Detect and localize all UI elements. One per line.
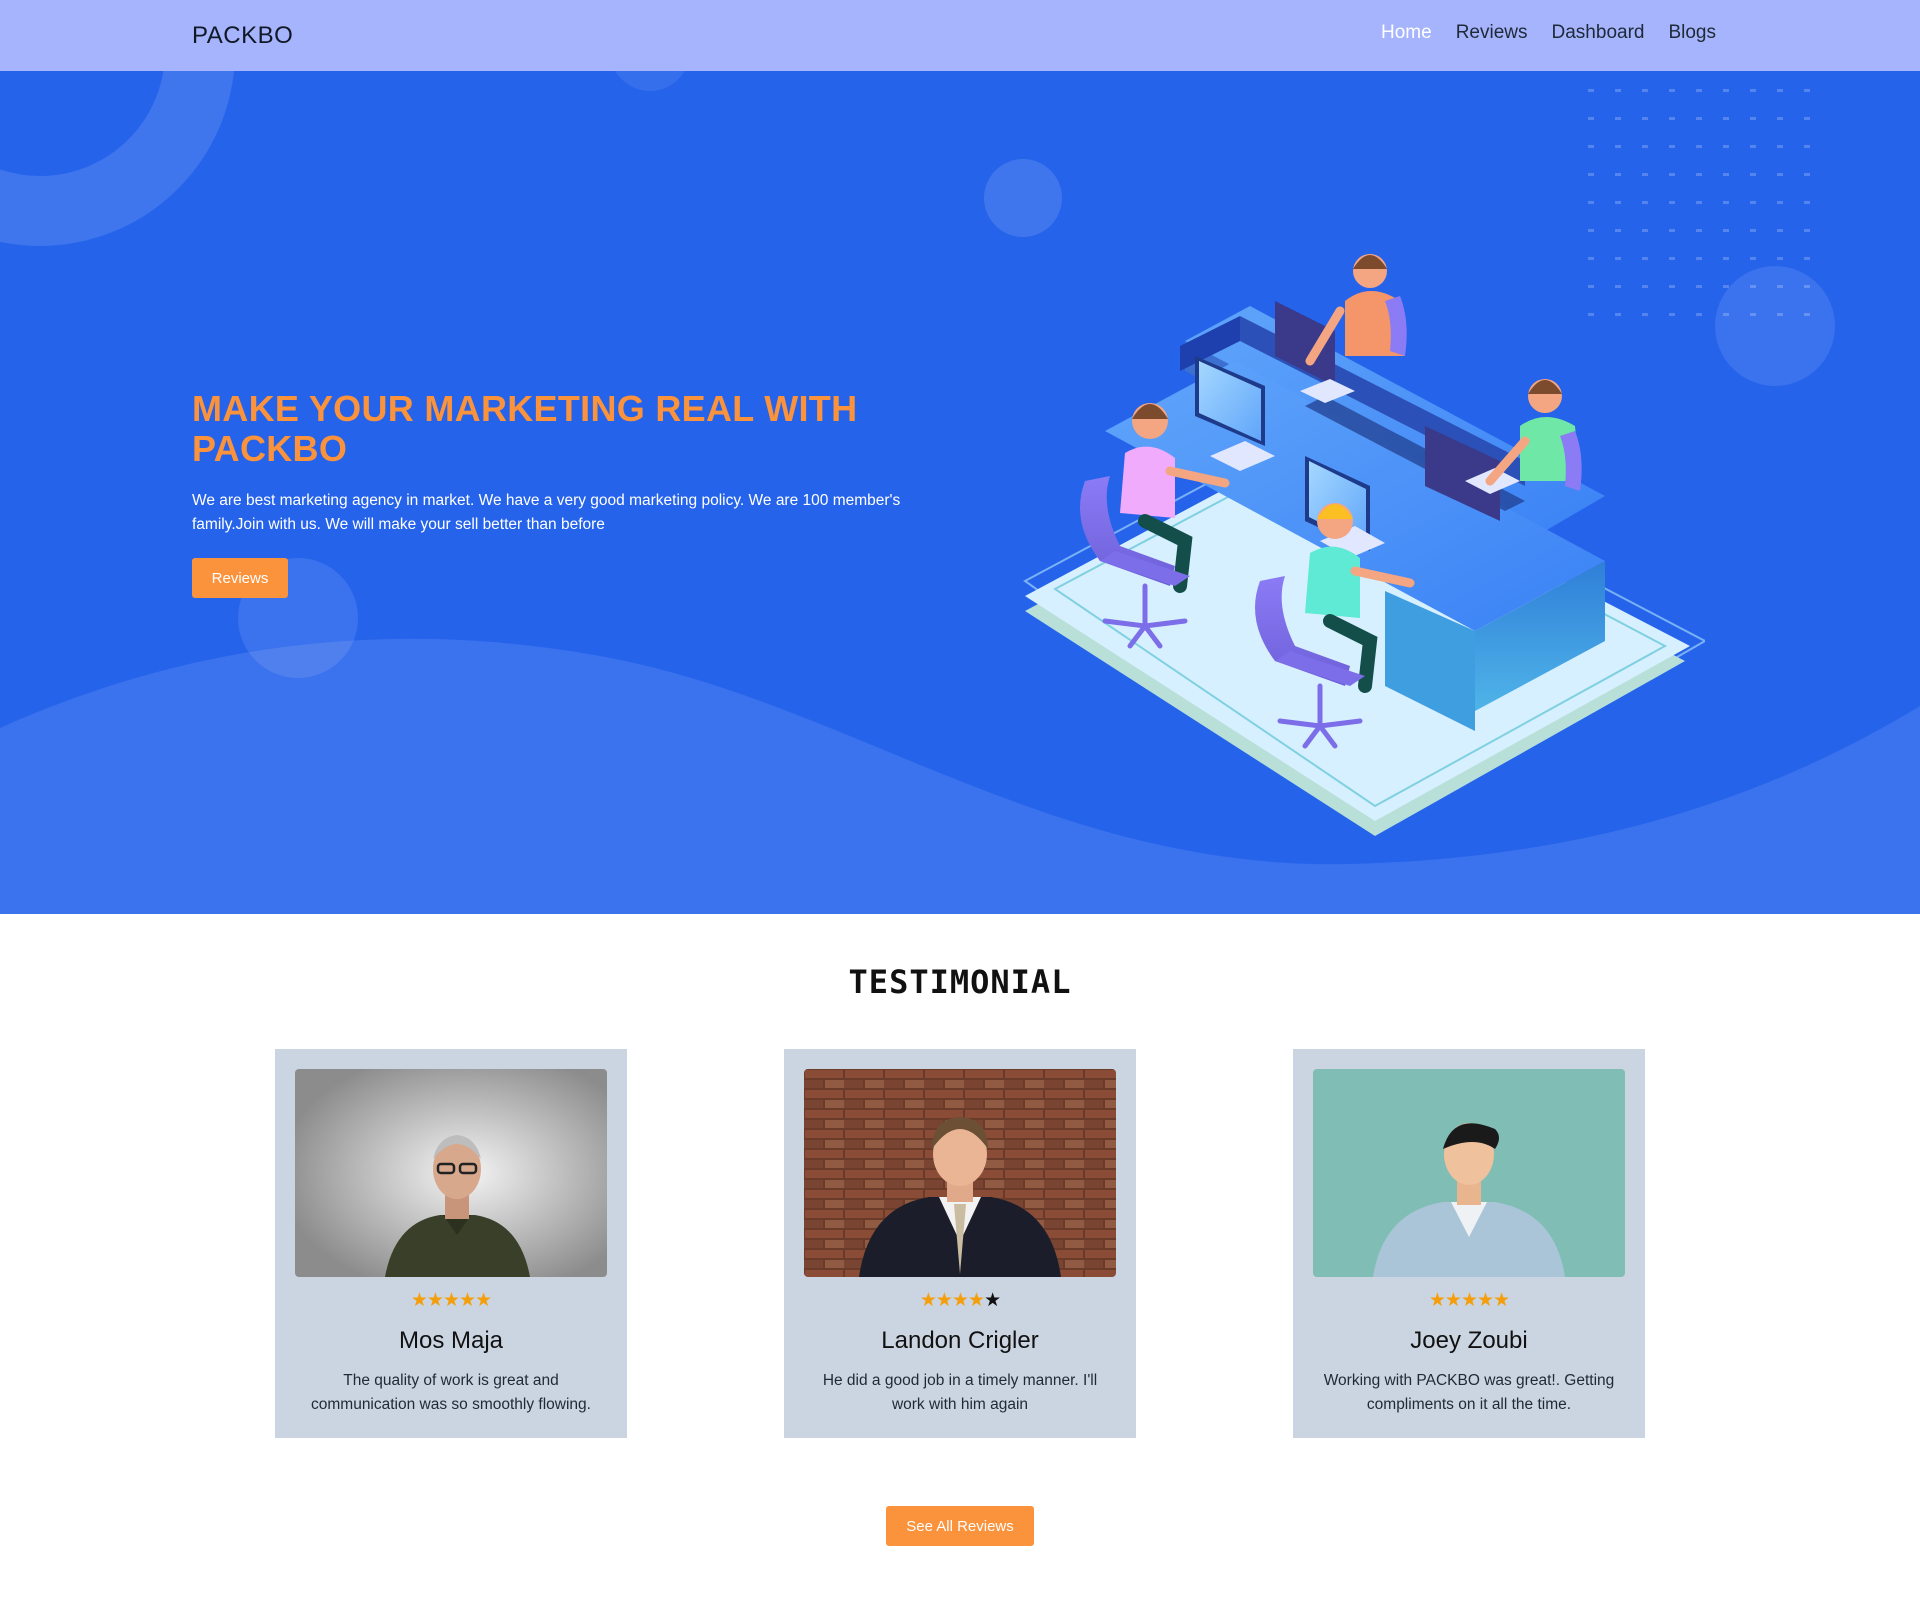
star-icon: ★ xyxy=(442,1290,460,1311)
nav-reviews[interactable]: Reviews xyxy=(1456,22,1528,44)
hero-section: MAKE YOUR MARKETING REAL WITH PACKBO We … xyxy=(0,71,1920,914)
star-icon: ★ xyxy=(475,1290,492,1311)
nav-blogs[interactable]: Blogs xyxy=(1668,22,1716,44)
star-icon: ★ xyxy=(1477,1290,1494,1311)
testimonial-cards: ★★★★★ Mos Maja The quality of work is gr… xyxy=(0,1049,1920,1439)
star-icon: ★ xyxy=(1444,1290,1462,1311)
review-card: ★★★★★ Joey Zoubi Working with PACKBO was… xyxy=(1293,1049,1645,1438)
star-icon: ★ xyxy=(459,1290,476,1311)
star-icon: ★ xyxy=(951,1290,969,1311)
hero-reviews-button[interactable]: Reviews xyxy=(192,558,288,598)
star-icon: ★ xyxy=(984,1290,1001,1311)
star-icon: ★ xyxy=(426,1290,444,1311)
reviewer-photo xyxy=(804,1069,1116,1277)
office-team-illustration xyxy=(1023,254,1705,836)
reviewer-name: Landon Crigler xyxy=(881,1327,1039,1354)
review-text: Working with PACKBO was great!. Getting … xyxy=(1323,1372,1615,1413)
star-icon: ★ xyxy=(919,1290,937,1311)
see-all-reviews-button[interactable]: See All Reviews xyxy=(886,1506,1034,1546)
review-text: The quality of work is great and communi… xyxy=(311,1372,591,1413)
review-card: ★★★★★ Landon Crigler He did a good job i… xyxy=(784,1049,1136,1438)
rating-stars: ★★★★★ xyxy=(784,1291,1136,1311)
reviewer-name: Joey Zoubi xyxy=(1410,1327,1528,1354)
nav-dashboard[interactable]: Dashboard xyxy=(1552,22,1645,44)
testimonial-title: TESTIMONIAL xyxy=(848,963,1072,1001)
review-text: He did a good job in a timely manner. I'… xyxy=(822,1372,1098,1413)
nav-links: Home Reviews Dashboard Blogs xyxy=(1381,22,1716,44)
rating-stars: ★★★★★ xyxy=(275,1291,627,1311)
brand-logo[interactable]: PACKBO xyxy=(192,22,293,50)
review-card: ★★★★★ Mos Maja The quality of work is gr… xyxy=(275,1049,627,1438)
star-icon: ★ xyxy=(410,1290,428,1311)
rating-stars: ★★★★★ xyxy=(1293,1291,1645,1311)
star-icon: ★ xyxy=(1428,1290,1446,1311)
nav-home[interactable]: Home xyxy=(1381,22,1432,44)
star-icon: ★ xyxy=(1460,1290,1478,1311)
hero-description: We are best marketing agency in market. … xyxy=(192,492,901,533)
navbar: PACKBO Home Reviews Dashboard Blogs xyxy=(0,0,1920,71)
reviewer-name: Mos Maja xyxy=(398,1327,504,1354)
star-icon: ★ xyxy=(1493,1290,1510,1311)
star-icon: ★ xyxy=(968,1290,985,1311)
reviewer-photo xyxy=(295,1069,607,1277)
hero-title: MAKE YOUR MARKETING REAL WITH PACKBO xyxy=(192,388,858,469)
reviewer-photo xyxy=(1313,1069,1625,1277)
star-icon: ★ xyxy=(935,1290,953,1311)
